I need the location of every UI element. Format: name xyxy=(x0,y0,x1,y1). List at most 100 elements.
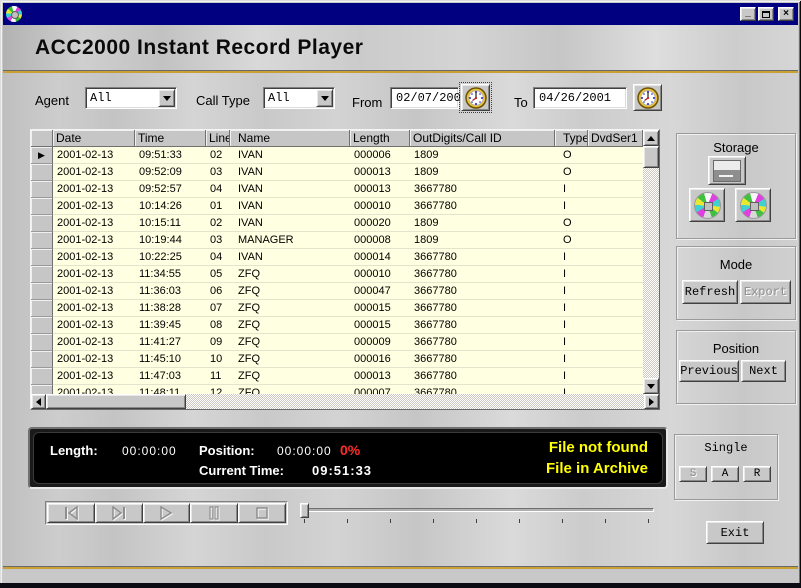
table-row[interactable]: 2001-02-1310:15:1102IVAN0000201809O xyxy=(31,215,659,232)
table-cell[interactable]: 12 xyxy=(206,385,230,394)
table-cell[interactable] xyxy=(588,147,643,164)
table-cell[interactable] xyxy=(588,215,643,232)
table-cell[interactable]: I xyxy=(555,385,588,394)
table-cell[interactable]: ZFQ xyxy=(230,334,350,351)
row-selector[interactable] xyxy=(31,164,53,181)
table-cell[interactable]: 1809 xyxy=(410,215,555,232)
table-cell[interactable]: 04 xyxy=(206,181,230,198)
table-cell[interactable]: 000013 xyxy=(350,164,410,181)
table-cell[interactable]: 02 xyxy=(206,147,230,164)
table-cell[interactable] xyxy=(588,283,643,300)
table-row[interactable]: 2001-02-1309:52:5704IVAN0000133667780I xyxy=(31,181,659,198)
table-cell[interactable]: IVAN xyxy=(230,198,350,215)
table-cell[interactable]: 3667780 xyxy=(410,385,555,394)
table-cell[interactable]: 2001-02-13 xyxy=(53,198,135,215)
table-cell[interactable]: 08 xyxy=(206,317,230,334)
row-selector[interactable] xyxy=(31,385,53,394)
table-cell[interactable]: 2001-02-13 xyxy=(53,283,135,300)
table-cell[interactable]: 1809 xyxy=(410,147,555,164)
seek-slider[interactable] xyxy=(294,502,660,524)
single-a-button[interactable]: A xyxy=(711,466,739,482)
table-cell[interactable]: 000010 xyxy=(350,198,410,215)
table-cell[interactable]: ZFQ xyxy=(230,283,350,300)
table-cell[interactable]: 3667780 xyxy=(410,198,555,215)
table-cell[interactable]: ZFQ xyxy=(230,351,350,368)
table-cell[interactable]: 3667780 xyxy=(410,283,555,300)
table-cell[interactable] xyxy=(588,232,643,249)
table-cell[interactable]: O xyxy=(555,215,588,232)
table-row[interactable]: 2001-02-1311:39:4508ZFQ0000153667780I xyxy=(31,317,659,334)
table-cell[interactable]: 2001-02-13 xyxy=(53,368,135,385)
table-cell[interactable]: 000010 xyxy=(350,266,410,283)
play-button[interactable] xyxy=(143,503,191,523)
horizontal-scrollbar[interactable] xyxy=(31,394,659,409)
table-cell[interactable]: 3667780 xyxy=(410,266,555,283)
table-cell[interactable]: 000047 xyxy=(350,283,410,300)
row-selector[interactable] xyxy=(31,300,53,317)
row-selector[interactable] xyxy=(31,198,53,215)
column-header[interactable]: Line xyxy=(206,130,230,147)
exit-button[interactable]: Exit xyxy=(706,521,764,544)
row-selector[interactable] xyxy=(31,368,53,385)
table-cell[interactable]: IVAN xyxy=(230,147,350,164)
pause-button[interactable] xyxy=(190,503,238,523)
table-cell[interactable]: 04 xyxy=(206,249,230,266)
table-cell[interactable]: 000009 xyxy=(350,334,410,351)
row-selector[interactable] xyxy=(31,334,53,351)
column-header[interactable]: DvdSer1 xyxy=(588,130,643,147)
table-row[interactable]: 2001-02-1311:38:2807ZFQ0000153667780I xyxy=(31,300,659,317)
call-type-select[interactable]: All xyxy=(263,87,335,109)
table-cell[interactable]: 2001-02-13 xyxy=(53,147,135,164)
storage-cd1-button[interactable] xyxy=(689,188,725,222)
table-cell[interactable]: IVAN xyxy=(230,249,350,266)
table-cell[interactable]: I xyxy=(555,317,588,334)
row-selector[interactable] xyxy=(31,232,53,249)
table-cell[interactable]: 3667780 xyxy=(410,368,555,385)
table-row[interactable]: 2001-02-1311:36:0306ZFQ0000473667780I xyxy=(31,283,659,300)
column-header[interactable]: Date xyxy=(53,130,135,147)
to-date-input[interactable]: 04/26/2001 xyxy=(533,87,627,109)
table-cell[interactable]: 000014 xyxy=(350,249,410,266)
table-cell[interactable]: 11:36:03 xyxy=(135,283,206,300)
column-header[interactable]: OutDigits/Call ID xyxy=(410,130,555,147)
table-cell[interactable]: 3667780 xyxy=(410,351,555,368)
table-cell[interactable] xyxy=(588,368,643,385)
from-date-picker-button[interactable] xyxy=(461,84,490,111)
table-cell[interactable]: 01 xyxy=(206,198,230,215)
table-cell[interactable]: 2001-02-13 xyxy=(53,215,135,232)
table-row[interactable]: 2001-02-1310:19:4403MANAGER0000081809O xyxy=(31,232,659,249)
table-cell[interactable]: 09:51:33 xyxy=(135,147,206,164)
table-cell[interactable]: I xyxy=(555,368,588,385)
table-cell[interactable]: 3667780 xyxy=(410,249,555,266)
horizontal-scrollbar-thumb[interactable] xyxy=(46,394,186,409)
table-cell[interactable]: 11:47:03 xyxy=(135,368,206,385)
table-cell[interactable]: 2001-02-13 xyxy=(53,164,135,181)
table-cell[interactable]: MANAGER xyxy=(230,232,350,249)
table-cell[interactable]: ZFQ xyxy=(230,300,350,317)
table-cell[interactable]: ZFQ xyxy=(230,266,350,283)
table-cell[interactable]: 02 xyxy=(206,215,230,232)
row-selector[interactable] xyxy=(31,249,53,266)
agent-select[interactable]: All xyxy=(85,87,177,109)
table-cell[interactable]: 2001-02-13 xyxy=(53,317,135,334)
table-cell[interactable]: 06 xyxy=(206,283,230,300)
table-row[interactable]: 2001-02-1311:47:0311ZFQ0000133667780I xyxy=(31,368,659,385)
table-cell[interactable]: 11:48:11 xyxy=(135,385,206,394)
table-cell[interactable] xyxy=(588,334,643,351)
row-selector[interactable] xyxy=(31,317,53,334)
single-r-button[interactable]: R xyxy=(743,466,771,482)
table-cell[interactable]: I xyxy=(555,181,588,198)
table-cell[interactable]: 000008 xyxy=(350,232,410,249)
table-cell[interactable]: 000013 xyxy=(350,181,410,198)
table-cell[interactable]: I xyxy=(555,198,588,215)
table-cell[interactable]: O xyxy=(555,147,588,164)
table-cell[interactable]: I xyxy=(555,300,588,317)
table-cell[interactable]: 000016 xyxy=(350,351,410,368)
column-header[interactable]: Type xyxy=(555,130,588,147)
skip-to-end-button[interactable] xyxy=(95,503,143,523)
table-cell[interactable]: 3667780 xyxy=(410,317,555,334)
minimize-button[interactable]: _ xyxy=(740,7,756,21)
table-row[interactable]: 2001-02-1311:34:5505ZFQ0000103667780I xyxy=(31,266,659,283)
scroll-right-button[interactable] xyxy=(644,394,659,409)
table-cell[interactable] xyxy=(588,385,643,394)
